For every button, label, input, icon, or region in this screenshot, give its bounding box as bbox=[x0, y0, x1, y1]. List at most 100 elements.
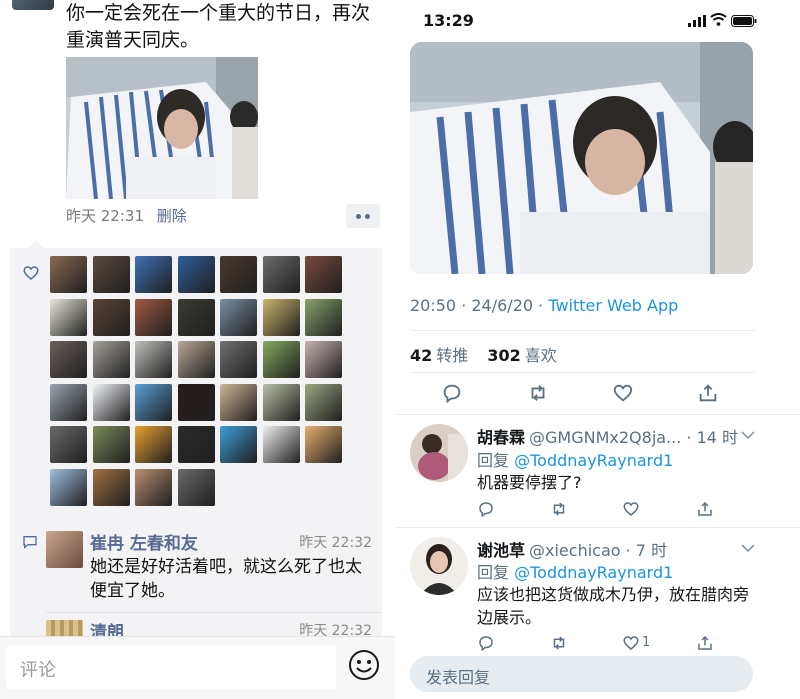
mention-link[interactable]: @ToddnayRaynard1 bbox=[514, 451, 673, 470]
like-avatar[interactable] bbox=[220, 383, 257, 421]
like-avatar[interactable] bbox=[177, 383, 215, 421]
like-heart-icon[interactable] bbox=[622, 634, 640, 652]
like-avatar[interactable] bbox=[92, 256, 130, 293]
delete-link[interactable]: 删除 bbox=[157, 207, 187, 225]
like-avatar[interactable] bbox=[220, 426, 257, 463]
share-icon[interactable] bbox=[696, 500, 714, 518]
like-avatar[interactable] bbox=[135, 468, 172, 506]
tweet-timestamp: 20:50 · 24/6/20 · bbox=[410, 296, 549, 315]
like-avatar[interactable] bbox=[50, 256, 87, 293]
like-avatar[interactable] bbox=[262, 341, 300, 378]
like-avatar[interactable] bbox=[220, 341, 257, 378]
like-avatar[interactable] bbox=[262, 426, 300, 463]
like-avatar[interactable] bbox=[135, 426, 172, 463]
like-avatar[interactable] bbox=[92, 383, 130, 421]
post-photo[interactable] bbox=[66, 57, 258, 199]
like-avatar[interactable] bbox=[305, 341, 342, 378]
reply-to-line: 回复 @ToddnayRaynard1 bbox=[477, 447, 673, 471]
status-bar: 13:29 bbox=[395, 0, 800, 42]
reply-avatar[interactable] bbox=[410, 424, 468, 482]
comment-divider bbox=[46, 612, 382, 613]
post-meta: 昨天 22:31 删除 bbox=[66, 205, 187, 226]
like-label[interactable]: 喜欢 bbox=[525, 346, 557, 365]
chevron-down-icon[interactable] bbox=[741, 430, 755, 440]
like-avatar[interactable] bbox=[92, 468, 130, 506]
chevron-down-icon[interactable] bbox=[741, 543, 755, 553]
compose-reply-input[interactable]: 发表回复 bbox=[410, 656, 753, 692]
emoji-icon[interactable] bbox=[348, 649, 380, 681]
like-avatar[interactable] bbox=[92, 298, 130, 336]
like-avatar[interactable] bbox=[135, 383, 172, 421]
divider bbox=[395, 414, 800, 415]
retweet-label[interactable]: 转推 bbox=[436, 346, 468, 365]
comment-time: 昨天 22:32 bbox=[299, 535, 372, 551]
like-avatar[interactable] bbox=[50, 426, 87, 463]
wifi-icon bbox=[710, 13, 727, 26]
signal-icon bbox=[688, 15, 706, 27]
retweet-icon[interactable] bbox=[550, 500, 568, 518]
reply-author-name[interactable]: 谢池草 bbox=[477, 541, 525, 560]
share-icon[interactable] bbox=[697, 382, 719, 404]
mention-link[interactable]: @ToddnayRaynard1 bbox=[514, 563, 673, 582]
like-avatar[interactable] bbox=[262, 383, 300, 421]
author-avatar[interactable] bbox=[12, 0, 54, 10]
retweet-icon[interactable] bbox=[550, 634, 568, 652]
like-avatar[interactable] bbox=[177, 426, 215, 463]
like-avatar[interactable] bbox=[50, 383, 87, 421]
comment-avatar[interactable] bbox=[46, 531, 83, 568]
like-avatar[interactable] bbox=[305, 298, 342, 336]
like-avatar[interactable] bbox=[220, 298, 257, 336]
reply-to-prefix: 回复 bbox=[477, 563, 515, 582]
more-options-button[interactable] bbox=[346, 204, 380, 228]
like-avatar[interactable] bbox=[92, 426, 130, 463]
like-avatar[interactable] bbox=[220, 256, 257, 293]
comment-bar: 评论 bbox=[0, 636, 395, 699]
reply-icon[interactable] bbox=[477, 500, 495, 518]
reply-to-prefix: 回复 bbox=[477, 451, 515, 470]
like-avatar[interactable] bbox=[177, 341, 215, 378]
tweet-source-link[interactable]: Twitter Web App bbox=[548, 296, 678, 315]
like-avatar[interactable] bbox=[50, 298, 87, 336]
like-avatar[interactable] bbox=[305, 383, 342, 421]
like-avatar[interactable] bbox=[135, 256, 172, 293]
like-avatar[interactable] bbox=[177, 256, 215, 293]
tweet-meta: 20:50 · 24/6/20 · Twitter Web App bbox=[410, 296, 678, 315]
reply-handle-time[interactable]: @xiechicao · 7 时 bbox=[529, 541, 667, 560]
like-heart-icon[interactable] bbox=[622, 500, 640, 518]
divider bbox=[410, 372, 755, 373]
reply-icon[interactable] bbox=[441, 382, 463, 404]
divider bbox=[395, 527, 800, 528]
reply-icon[interactable] bbox=[477, 634, 495, 652]
moments-panel: 你一定会死在一个重大的节日，再次重演普天同庆。 昨天 22:31 删除 崔冉 左… bbox=[0, 0, 395, 699]
like-avatar[interactable] bbox=[135, 341, 172, 378]
like-avatar[interactable] bbox=[177, 298, 215, 336]
like-avatar-grid bbox=[50, 256, 342, 506]
share-icon[interactable] bbox=[696, 634, 714, 652]
like-heart-icon[interactable] bbox=[612, 382, 634, 404]
like-avatar[interactable] bbox=[50, 341, 87, 378]
like-avatar[interactable] bbox=[305, 256, 342, 293]
like-avatar[interactable] bbox=[177, 468, 215, 506]
reply-to-line: 回复 @ToddnayRaynard1 bbox=[477, 559, 673, 583]
like-avatar[interactable] bbox=[262, 298, 300, 336]
comment-author[interactable]: 崔冉 左春和友 bbox=[90, 529, 198, 554]
reply-avatar[interactable] bbox=[410, 537, 468, 595]
tweet-photo[interactable] bbox=[410, 42, 753, 274]
like-avatar[interactable] bbox=[135, 298, 172, 336]
reply-handle-time[interactable]: @GMGNMx2Q8ja... · 14 时 bbox=[529, 428, 738, 447]
status-time: 13:29 bbox=[423, 11, 474, 30]
comment-input[interactable]: 评论 bbox=[6, 645, 336, 689]
reply-author-name[interactable]: 胡春霖 bbox=[477, 428, 525, 447]
retweet-count[interactable]: 42 bbox=[410, 346, 432, 365]
divider bbox=[410, 330, 755, 331]
like-avatar[interactable] bbox=[305, 426, 342, 463]
reply-header: 谢池草 @xiechicao · 7 时 bbox=[477, 537, 667, 561]
like-avatar[interactable] bbox=[92, 341, 130, 378]
like-count[interactable]: 302 bbox=[487, 346, 520, 365]
like-avatar[interactable] bbox=[50, 468, 87, 506]
likes-section bbox=[10, 240, 382, 516]
like-avatar[interactable] bbox=[262, 256, 300, 293]
retweet-icon[interactable] bbox=[527, 382, 549, 404]
comment-text: 她还是好好活着吧，就这么死了也太便宜了她。 bbox=[90, 557, 362, 601]
battery-icon bbox=[731, 15, 757, 27]
